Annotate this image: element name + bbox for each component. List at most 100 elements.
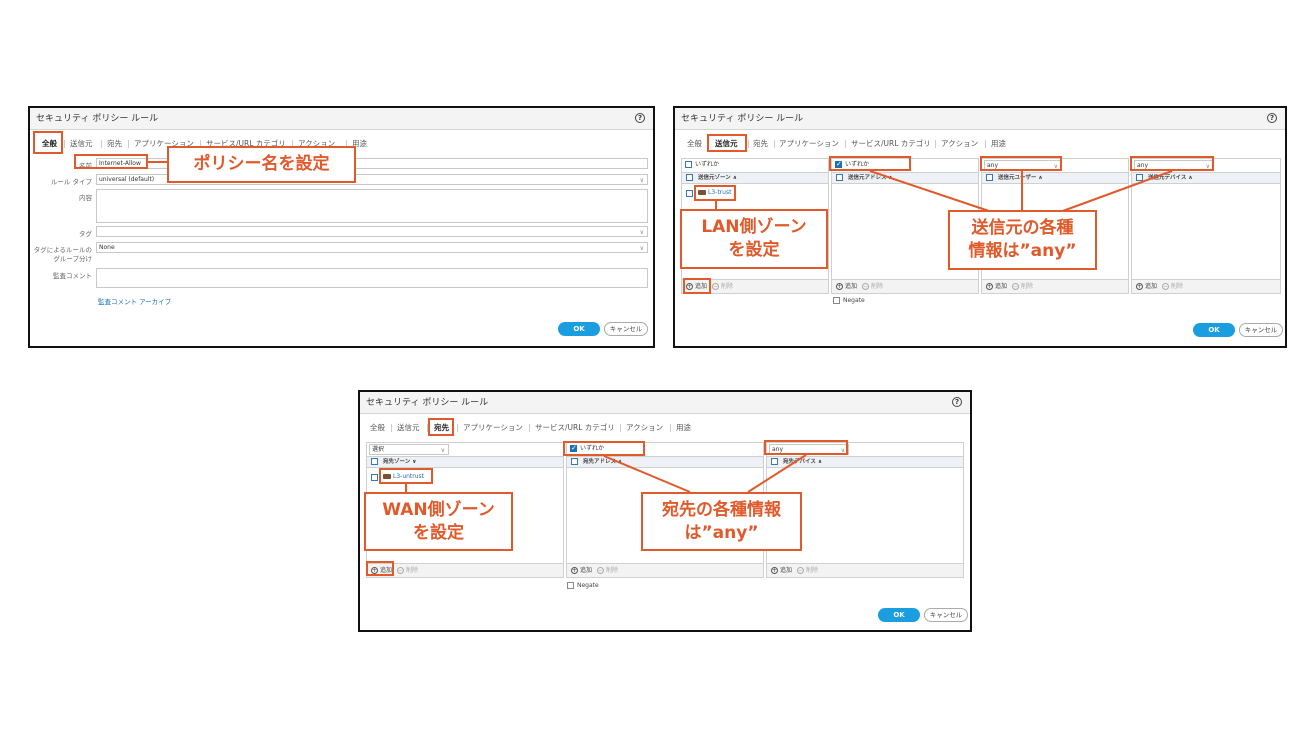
delete-button[interactable]: − 削除 — [1162, 283, 1183, 290]
destination-negate[interactable]: Negate — [567, 582, 599, 589]
source-user-header[interactable]: 送信元ユーザー ∧ — [982, 172, 1128, 184]
help-icon[interactable]: ? — [952, 397, 962, 407]
chevron-down-icon: ∨ — [639, 177, 644, 184]
source-negate[interactable]: Negate — [833, 297, 865, 304]
cancel-button[interactable]: キャンセル — [1239, 323, 1283, 337]
callout-destination-any-line2: は”any” — [684, 523, 759, 543]
checkbox-icon[interactable] — [685, 161, 692, 168]
tab-action[interactable]: アクション — [941, 136, 978, 152]
tab-service[interactable]: サービス/URL カテゴリ — [851, 136, 931, 152]
delete-button[interactable]: − 削除 — [797, 567, 818, 574]
help-icon[interactable]: ? — [1267, 113, 1277, 123]
audit-archive-link[interactable]: 監査コメント アーカイブ — [98, 296, 171, 306]
group-select[interactable]: None ∨ — [96, 242, 648, 253]
ok-button[interactable]: OK — [1193, 323, 1235, 337]
source-address-header[interactable]: 送信元アドレス ∧ — [832, 172, 978, 184]
callout-wan-zone-line1: WAN側ゾーン — [382, 500, 495, 520]
tab-application[interactable]: アプリケーション — [779, 136, 839, 152]
source-user-footer: + 追加 − 削除 — [982, 279, 1128, 293]
tab-action[interactable]: アクション — [626, 420, 663, 436]
callout-source-any-line1: 送信元の各種 — [971, 218, 1074, 238]
security-policy-dialog-general: セキュリティ ポリシー ルール ? 全般 送信元 宛先 アプリケーション サービ… — [28, 106, 655, 348]
highlight-name-field — [74, 154, 148, 169]
highlight-source-tab — [707, 134, 747, 152]
callout-lan-zone: LAN側ゾーン を設定 — [680, 209, 828, 269]
add-button[interactable]: + 追加 — [771, 567, 792, 574]
tab-usage[interactable]: 用途 — [676, 420, 691, 436]
tab-source[interactable]: 送信元 — [397, 420, 420, 436]
tab-general[interactable]: 全般 — [687, 136, 702, 152]
highlight-destination-tab — [428, 418, 454, 436]
source-zone-header[interactable]: 送信元ゾーン ∧ — [682, 172, 828, 184]
chevron-down-icon: ∨ — [639, 245, 644, 252]
description-textarea[interactable] — [96, 189, 648, 223]
source-address-footer: + 追加 − 削除 — [832, 279, 978, 293]
delete-button[interactable]: − 削除 — [1012, 283, 1033, 290]
delete-button[interactable]: − 削除 — [397, 567, 418, 574]
row-checkbox[interactable] — [371, 474, 378, 481]
dialog-title: セキュリティ ポリシー ルール — [30, 108, 653, 130]
source-device-footer: + 追加 − 削除 — [1132, 279, 1280, 293]
destination-zone-footer: + 追加 − 削除 — [367, 563, 563, 577]
tab-general[interactable]: 全般 — [370, 420, 385, 436]
highlight-source-zone — [694, 185, 736, 201]
group-value: None — [99, 244, 115, 251]
add-button[interactable]: + 追加 — [571, 567, 592, 574]
header-checkbox[interactable] — [371, 458, 378, 465]
delete-button[interactable]: − 削除 — [862, 283, 883, 290]
source-zone-any[interactable]: いずれか — [685, 160, 719, 170]
tab-bar: 全般 送信元 宛先 アプリケーション サービス/URL カテゴリ アクション 用… — [675, 136, 1285, 152]
header-checkbox[interactable] — [571, 458, 578, 465]
description-label: 内容 — [79, 194, 92, 202]
checkbox-icon[interactable] — [567, 582, 574, 589]
callout-wan-zone-line2: を設定 — [413, 523, 464, 543]
audit-comment-label: 監査コメント — [53, 272, 92, 280]
callout-lan-zone-line2: を設定 — [728, 240, 780, 260]
ok-button[interactable]: OK — [558, 322, 600, 336]
add-button[interactable]: + 追加 — [986, 283, 1007, 290]
tag-label: タグ — [79, 230, 92, 238]
help-icon[interactable]: ? — [635, 113, 645, 123]
checkbox-icon[interactable] — [833, 297, 840, 304]
header-checkbox[interactable] — [1136, 174, 1143, 181]
delete-button[interactable]: − 削除 — [712, 283, 733, 290]
cancel-button[interactable]: キャンセル — [604, 322, 648, 336]
audit-comment-textarea[interactable] — [96, 268, 648, 288]
header-checkbox[interactable] — [836, 174, 843, 181]
highlight-destination-add — [366, 561, 394, 576]
rule-type-label: ルール タイプ — [50, 178, 92, 186]
callout-wan-zone: WAN側ゾーン を設定 — [364, 492, 513, 551]
callout-policy-name: ポリシー名を設定 — [167, 146, 356, 183]
destination-zone-select[interactable]: 選択 ∨ — [369, 444, 449, 455]
callout-lan-zone-line1: LAN側ゾーン — [701, 217, 807, 237]
ok-button[interactable]: OK — [878, 608, 920, 622]
tab-usage[interactable]: 用途 — [991, 136, 1006, 152]
cancel-button[interactable]: キャンセル — [924, 608, 968, 622]
tab-destination[interactable]: 宛先 — [107, 136, 122, 152]
delete-button[interactable]: − 削除 — [597, 567, 618, 574]
add-button[interactable]: + 追加 — [1136, 283, 1157, 290]
row-checkbox[interactable] — [686, 190, 693, 197]
add-button[interactable]: + 追加 — [836, 283, 857, 290]
highlight-destination-any — [563, 441, 645, 456]
highlight-general-tab — [33, 131, 63, 154]
destination-device-header[interactable]: 宛先デバイス ∧ — [767, 456, 963, 468]
header-checkbox[interactable] — [986, 174, 993, 181]
header-checkbox[interactable] — [771, 458, 778, 465]
destination-zone-header[interactable]: 宛先ゾーン ∨ — [367, 456, 563, 468]
destination-address-header[interactable]: 宛先アドレス ∧ — [567, 456, 763, 468]
header-checkbox[interactable] — [686, 174, 693, 181]
highlight-destination-zone — [379, 468, 433, 484]
callout-source-any: 送信元の各種 情報は”any” — [948, 210, 1097, 270]
tab-destination[interactable]: 宛先 — [753, 136, 768, 152]
source-device-header[interactable]: 送信元デバイス ∧ — [1132, 172, 1280, 184]
rule-type-value: universal (default) — [99, 176, 155, 183]
tab-source[interactable]: 送信元 — [70, 136, 93, 152]
callout-destination-any-line1: 宛先の各種情報 — [662, 500, 781, 520]
tag-select[interactable]: ∨ — [96, 226, 648, 237]
highlight-source-add — [683, 278, 711, 294]
tab-application[interactable]: アプリケーション — [463, 420, 523, 436]
highlight-destination-device-any — [764, 440, 848, 455]
chevron-down-icon: ∨ — [639, 229, 644, 236]
tab-service[interactable]: サービス/URL カテゴリ — [535, 420, 615, 436]
